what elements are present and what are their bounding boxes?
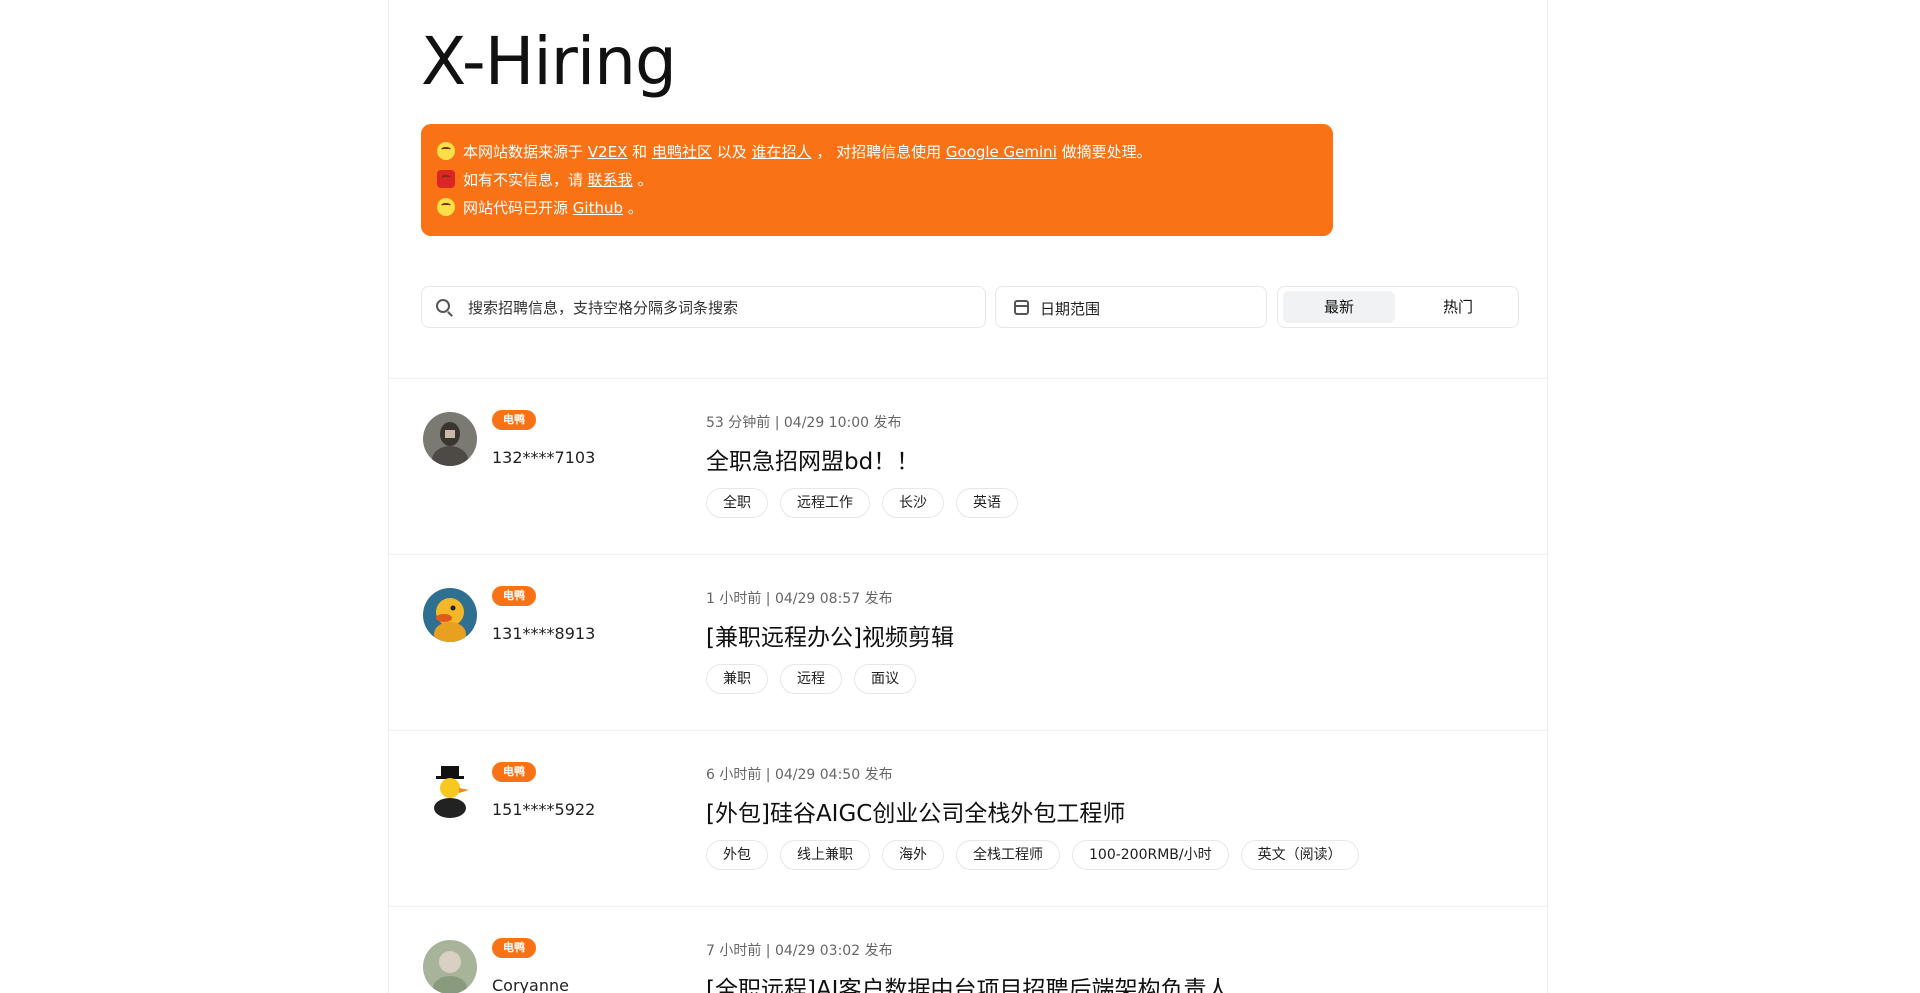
sort-hot-tab[interactable]: 热门 xyxy=(1402,291,1514,323)
avatar[interactable] xyxy=(423,412,477,466)
v2ex-link[interactable]: V2EX xyxy=(588,143,628,161)
post-item[interactable]: 电鸭 151****5922 6 小时前 | 04/29 04:50 发布 [外… xyxy=(389,730,1547,906)
filter-bar: 日期范围 最新 热门 xyxy=(421,286,1519,329)
post-meta: 7 小时前 | 04/29 03:02 发布 xyxy=(706,943,893,959)
post-item[interactable]: 电鸭 Coryanne 7 小时前 | 04/29 03:02 发布 [全职远程… xyxy=(389,906,1547,993)
username[interactable]: 132****7103 xyxy=(492,448,595,467)
date-range-picker[interactable]: 日期范围 xyxy=(995,286,1267,328)
smile-emoji-icon xyxy=(437,142,455,160)
tag[interactable]: 全栈工程师 xyxy=(956,840,1060,870)
avatar[interactable] xyxy=(423,940,477,993)
source-badge: 电鸭 xyxy=(492,938,536,958)
search-input[interactable] xyxy=(466,287,970,329)
search-box xyxy=(421,286,986,329)
tag[interactable]: 远程工作 xyxy=(780,488,870,518)
site-title: X-Hiring xyxy=(421,23,677,100)
eleduck-link[interactable]: 电鸭社区 xyxy=(652,143,712,161)
tag[interactable]: 海外 xyxy=(882,840,944,870)
notice-line-github: 网站代码已开源 Github 。 xyxy=(437,194,1317,222)
post-title[interactable]: [兼职远程办公]视频剪辑 xyxy=(706,618,954,652)
tag[interactable]: 100-200RMB/小时 xyxy=(1072,840,1229,870)
username[interactable]: 131****8913 xyxy=(492,624,595,643)
tag[interactable]: 外包 xyxy=(706,840,768,870)
source-badge: 电鸭 xyxy=(492,586,536,606)
post-item[interactable]: 电鸭 132****7103 53 分钟前 | 04/29 10:00 发布 全… xyxy=(389,378,1547,554)
source-badge: 电鸭 xyxy=(492,762,536,782)
username[interactable]: Coryanne xyxy=(492,976,569,993)
tag-list: 全职 远程工作 长沙 英语 xyxy=(706,488,1030,518)
tag[interactable]: 长沙 xyxy=(882,488,944,518)
main-container: X-Hiring 本网站数据来源于 V2EX 和 电鸭社区 以及 谁在招人 ， … xyxy=(388,0,1548,993)
notice-line-contact: 如有不实信息，请 联系我 。 xyxy=(437,166,1317,194)
post-title[interactable]: 全职急招网盟bd！！ xyxy=(706,442,919,476)
tag[interactable]: 面议 xyxy=(854,664,916,694)
siren-emoji-icon xyxy=(437,170,455,188)
post-item[interactable]: 电鸭 131****8913 1 小时前 | 04/29 08:57 发布 [兼… xyxy=(389,554,1547,730)
post-title[interactable]: [全职远程]AI客户数据中台项目招聘后端架构负责人 xyxy=(706,970,1229,993)
username[interactable]: 151****5922 xyxy=(492,800,595,819)
search-icon xyxy=(436,299,450,313)
tag[interactable]: 线上兼职 xyxy=(780,840,870,870)
avatar[interactable] xyxy=(423,588,477,642)
post-meta: 1 小时前 | 04/29 08:57 发布 xyxy=(706,591,893,607)
sort-toggle: 最新 热门 xyxy=(1277,286,1519,328)
google-gemini-link[interactable]: Google Gemini xyxy=(946,143,1057,161)
github-link[interactable]: Github xyxy=(573,199,623,217)
tag[interactable]: 全职 xyxy=(706,488,768,518)
post-title[interactable]: [外包]硅谷AIGC创业公司全栈外包工程师 xyxy=(706,794,1125,828)
contact-link[interactable]: 联系我 xyxy=(588,171,633,189)
tag[interactable]: 远程 xyxy=(780,664,842,694)
tag-list: 外包 线上兼职 海外 全栈工程师 100-200RMB/小时 英文（阅读） xyxy=(706,840,1371,870)
calendar-icon xyxy=(1014,300,1029,315)
source-badge: 电鸭 xyxy=(492,410,536,430)
tag[interactable]: 兼职 xyxy=(706,664,768,694)
date-range-label: 日期范围 xyxy=(1040,300,1101,318)
notice-line-source: 本网站数据来源于 V2EX 和 电鸭社区 以及 谁在招人 ， 对招聘信息使用 G… xyxy=(437,138,1317,166)
who-is-hiring-link[interactable]: 谁在招人 xyxy=(752,143,812,161)
post-meta: 6 小时前 | 04/29 04:50 发布 xyxy=(706,767,893,783)
avatar[interactable] xyxy=(423,764,477,818)
hug-emoji-icon xyxy=(437,198,455,216)
post-meta: 53 分钟前 | 04/29 10:00 发布 xyxy=(706,415,902,431)
tag[interactable]: 英语 xyxy=(956,488,1018,518)
tag-list: 兼职 远程 面议 xyxy=(706,664,928,694)
tag[interactable]: 英文（阅读） xyxy=(1240,840,1359,870)
notice-banner: 本网站数据来源于 V2EX 和 电鸭社区 以及 谁在招人 ， 对招聘信息使用 G… xyxy=(421,124,1333,236)
sort-latest-tab[interactable]: 最新 xyxy=(1283,291,1395,323)
